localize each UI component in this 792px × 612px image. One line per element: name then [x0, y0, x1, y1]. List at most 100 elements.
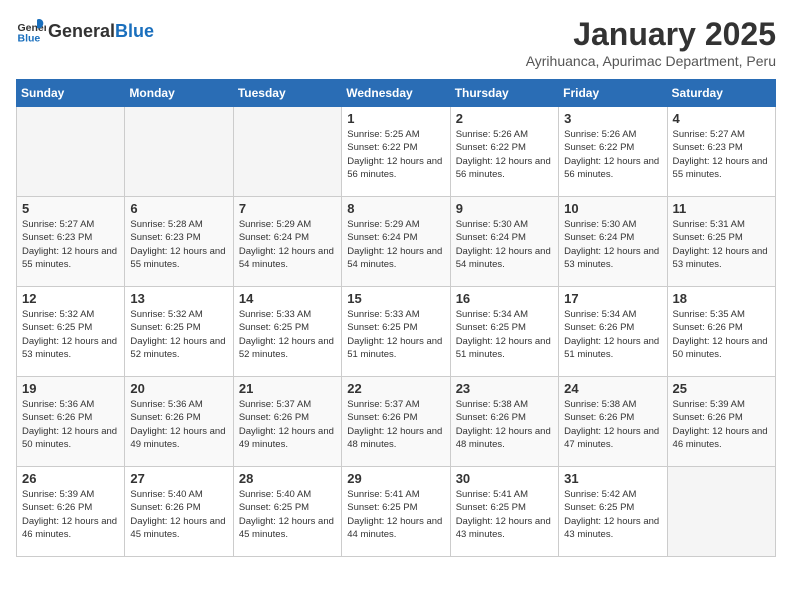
calendar-cell: 14Sunrise: 5:33 AMSunset: 6:25 PMDayligh… — [233, 287, 341, 377]
calendar-cell — [233, 107, 341, 197]
day-number: 3 — [564, 111, 661, 126]
day-info: Sunrise: 5:41 AMSunset: 6:25 PMDaylight:… — [456, 488, 553, 541]
day-number: 29 — [347, 471, 444, 486]
calendar-title: January 2025 — [526, 16, 776, 53]
calendar-cell: 24Sunrise: 5:38 AMSunset: 6:26 PMDayligh… — [559, 377, 667, 467]
day-number: 19 — [22, 381, 119, 396]
day-info: Sunrise: 5:31 AMSunset: 6:25 PMDaylight:… — [673, 218, 770, 271]
calendar-cell: 5 Sunrise: 5:27 AMSunset: 6:23 PMDaylight… — [17, 197, 125, 287]
calendar-cell: 28 Sunrise: 5:40 AMSunset: 6:25 PMDayligh… — [233, 467, 341, 557]
day-number: 7 — [239, 201, 336, 216]
calendar-cell: 4 Sunrise: 5:27 AMSunset: 6:23 PMDaylight… — [667, 107, 775, 197]
calendar-cell: 16Sunrise: 5:34 AMSunset: 6:25 PMDayligh… — [450, 287, 558, 377]
day-number: 31 — [564, 471, 661, 486]
day-number: 10 — [564, 201, 661, 216]
day-info: Sunrise: 5:28 AMSunset: 6:23 PMDaylight:… — [130, 218, 227, 271]
calendar-cell: 18 Sunrise: 5:35 AMSunset: 6:26 PMDayligh… — [667, 287, 775, 377]
calendar-cell: 19 Sunrise: 5:36 AMSunset: 6:26 PMDayligh… — [17, 377, 125, 467]
calendar-cell: 2 Sunrise: 5:26 AMSunset: 6:22 PMDaylight… — [450, 107, 558, 197]
calendar-cell: 7 Sunrise: 5:29 AMSunset: 6:24 PMDaylight… — [233, 197, 341, 287]
day-info: Sunrise: 5:37 AMSunset: 6:26 PMDaylight:… — [239, 398, 336, 451]
day-info: Sunrise: 5:36 AMSunset: 6:26 PMDaylight:… — [22, 398, 119, 451]
day-number: 27 — [130, 471, 227, 486]
day-number: 11 — [673, 201, 770, 216]
calendar-cell: 30 Sunrise: 5:41 AMSunset: 6:25 PMDayligh… — [450, 467, 558, 557]
calendar-header-row: SundayMondayTuesdayWednesdayThursdayFrid… — [17, 80, 776, 107]
calendar-cell: 3 Sunrise: 5:26 AMSunset: 6:22 PMDaylight… — [559, 107, 667, 197]
calendar-header-saturday: Saturday — [667, 80, 775, 107]
day-number: 23 — [456, 381, 553, 396]
day-info: Sunrise: 5:30 AMSunset: 6:24 PMDaylight:… — [456, 218, 553, 271]
day-number: 20 — [130, 381, 227, 396]
day-number: 15 — [347, 291, 444, 306]
day-info: Sunrise: 5:29 AMSunset: 6:24 PMDaylight:… — [239, 218, 336, 271]
day-number: 4 — [673, 111, 770, 126]
day-number: 26 — [22, 471, 119, 486]
calendar-header-friday: Friday — [559, 80, 667, 107]
calendar-cell: 9Sunrise: 5:30 AMSunset: 6:24 PMDaylight… — [450, 197, 558, 287]
day-number: 16 — [456, 291, 553, 306]
day-info: Sunrise: 5:27 AMSunset: 6:23 PMDaylight:… — [673, 128, 770, 181]
day-number: 17 — [564, 291, 661, 306]
day-number: 30 — [456, 471, 553, 486]
day-info: Sunrise: 5:40 AMSunset: 6:26 PMDaylight:… — [130, 488, 227, 541]
day-info: Sunrise: 5:34 AMSunset: 6:26 PMDaylight:… — [564, 308, 661, 361]
day-number: 6 — [130, 201, 227, 216]
calendar-cell: 15 Sunrise: 5:33 AMSunset: 6:25 PMDayligh… — [342, 287, 450, 377]
calendar-week-1: 1Sunrise: 5:25 AMSunset: 6:22 PMDaylight… — [17, 107, 776, 197]
day-number: 22 — [347, 381, 444, 396]
calendar-cell: 20Sunrise: 5:36 AMSunset: 6:26 PMDayligh… — [125, 377, 233, 467]
calendar-cell: 22 Sunrise: 5:37 AMSunset: 6:26 PMDayligh… — [342, 377, 450, 467]
svg-text:Blue: Blue — [18, 33, 41, 45]
calendar-cell: 25 Sunrise: 5:39 AMSunset: 6:26 PMDayligh… — [667, 377, 775, 467]
day-info: Sunrise: 5:27 AMSunset: 6:23 PMDaylight:… — [22, 218, 119, 271]
calendar-cell: 21Sunrise: 5:37 AMSunset: 6:26 PMDayligh… — [233, 377, 341, 467]
day-info: Sunrise: 5:39 AMSunset: 6:26 PMDaylight:… — [22, 488, 119, 541]
day-number: 25 — [673, 381, 770, 396]
day-info: Sunrise: 5:32 AMSunset: 6:25 PMDaylight:… — [130, 308, 227, 361]
day-info: Sunrise: 5:37 AMSunset: 6:26 PMDaylight:… — [347, 398, 444, 451]
day-number: 8 — [347, 201, 444, 216]
calendar-cell: 17 Sunrise: 5:34 AMSunset: 6:26 PMDayligh… — [559, 287, 667, 377]
calendar-cell: 29 Sunrise: 5:41 AMSunset: 6:25 PMDayligh… — [342, 467, 450, 557]
calendar-cell: 10 Sunrise: 5:30 AMSunset: 6:24 PMDayligh… — [559, 197, 667, 287]
day-info: Sunrise: 5:33 AMSunset: 6:25 PMDaylight:… — [239, 308, 336, 361]
calendar-cell: 1Sunrise: 5:25 AMSunset: 6:22 PMDaylight… — [342, 107, 450, 197]
day-info: Sunrise: 5:25 AMSunset: 6:22 PMDaylight:… — [347, 128, 444, 181]
calendar-header-sunday: Sunday — [17, 80, 125, 107]
day-info: Sunrise: 5:39 AMSunset: 6:26 PMDaylight:… — [673, 398, 770, 451]
logo-text: GeneralBlue — [48, 21, 154, 42]
header: General Blue GeneralBlue January 2025 Ay… — [16, 16, 776, 69]
day-number: 5 — [22, 201, 119, 216]
day-info: Sunrise: 5:26 AMSunset: 6:22 PMDaylight:… — [456, 128, 553, 181]
day-number: 13 — [130, 291, 227, 306]
day-info: Sunrise: 5:40 AMSunset: 6:25 PMDaylight:… — [239, 488, 336, 541]
day-info: Sunrise: 5:26 AMSunset: 6:22 PMDaylight:… — [564, 128, 661, 181]
day-number: 18 — [673, 291, 770, 306]
calendar-week-5: 26 Sunrise: 5:39 AMSunset: 6:26 PMDayligh… — [17, 467, 776, 557]
calendar-cell: 12 Sunrise: 5:32 AMSunset: 6:25 PMDayligh… — [17, 287, 125, 377]
day-info: Sunrise: 5:41 AMSunset: 6:25 PMDaylight:… — [347, 488, 444, 541]
day-number: 28 — [239, 471, 336, 486]
day-number: 12 — [22, 291, 119, 306]
day-info: Sunrise: 5:29 AMSunset: 6:24 PMDaylight:… — [347, 218, 444, 271]
day-info: Sunrise: 5:38 AMSunset: 6:26 PMDaylight:… — [456, 398, 553, 451]
calendar-cell: 11 Sunrise: 5:31 AMSunset: 6:25 PMDayligh… — [667, 197, 775, 287]
calendar-cell — [667, 467, 775, 557]
day-number: 2 — [456, 111, 553, 126]
calendar-cell: 13 Sunrise: 5:32 AMSunset: 6:25 PMDayligh… — [125, 287, 233, 377]
logo-icon: General Blue — [16, 16, 46, 46]
day-info: Sunrise: 5:33 AMSunset: 6:25 PMDaylight:… — [347, 308, 444, 361]
day-info: Sunrise: 5:35 AMSunset: 6:26 PMDaylight:… — [673, 308, 770, 361]
day-info: Sunrise: 5:30 AMSunset: 6:24 PMDaylight:… — [564, 218, 661, 271]
calendar-header-monday: Monday — [125, 80, 233, 107]
calendar-cell: 23 Sunrise: 5:38 AMSunset: 6:26 PMDayligh… — [450, 377, 558, 467]
calendar-cell: 26 Sunrise: 5:39 AMSunset: 6:26 PMDayligh… — [17, 467, 125, 557]
calendar-cell — [17, 107, 125, 197]
calendar-week-4: 19 Sunrise: 5:36 AMSunset: 6:26 PMDayligh… — [17, 377, 776, 467]
title-section: January 2025 Ayrihuanca, Apurimac Depart… — [526, 16, 776, 69]
day-info: Sunrise: 5:32 AMSunset: 6:25 PMDaylight:… — [22, 308, 119, 361]
calendar-week-3: 12 Sunrise: 5:32 AMSunset: 6:25 PMDayligh… — [17, 287, 776, 377]
logo: General Blue GeneralBlue — [16, 16, 154, 46]
calendar-header-wednesday: Wednesday — [342, 80, 450, 107]
